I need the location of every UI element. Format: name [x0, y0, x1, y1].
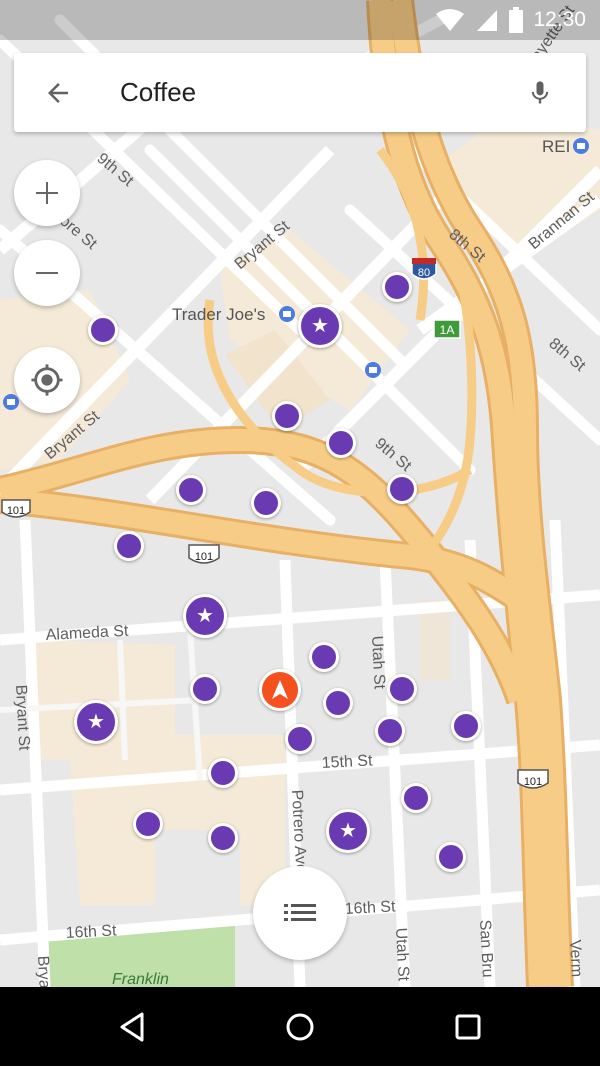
coffee-place-marker[interactable] — [272, 401, 302, 431]
list-view-button[interactable] — [253, 866, 347, 960]
coffee-place-starred-marker[interactable]: ★ — [326, 809, 370, 853]
coffee-place-marker[interactable] — [375, 716, 405, 746]
nav-home-button[interactable] — [278, 1005, 322, 1049]
coffee-place-marker[interactable] — [326, 428, 356, 458]
coffee-place-marker[interactable] — [208, 823, 238, 853]
coffee-place-marker[interactable] — [451, 711, 481, 741]
label-16th-st-left: 16th St — [65, 922, 117, 942]
cell-signal-icon — [477, 10, 498, 31]
arrow-back-icon — [48, 83, 68, 103]
navigation-arrow-icon — [272, 680, 288, 699]
svg-text:80: 80 — [418, 267, 430, 279]
triangle-back-icon — [120, 1012, 144, 1042]
coffee-place-marker[interactable] — [176, 475, 206, 505]
shield-80: 80 — [411, 258, 437, 280]
shopping-bag-icon — [365, 362, 381, 378]
minus-icon — [36, 272, 58, 274]
my-location-icon — [31, 364, 63, 396]
search-bar: Coffee — [14, 53, 586, 132]
coffee-place-marker[interactable] — [401, 783, 431, 813]
coffee-place-marker[interactable] — [382, 272, 412, 302]
zoom-out-button[interactable] — [14, 240, 80, 306]
coffee-place-marker[interactable] — [387, 674, 417, 704]
coffee-place-marker[interactable] — [323, 688, 353, 718]
circle-home-icon — [286, 1013, 314, 1041]
label-bryant-bottom: Brya — [34, 955, 53, 987]
nav-back-button[interactable] — [110, 1005, 154, 1049]
coffee-place-marker[interactable] — [208, 758, 238, 788]
label-bryant-st-vertical: Bryant St — [12, 684, 32, 751]
back-button[interactable] — [36, 71, 80, 115]
square-recents-icon — [455, 1014, 481, 1040]
voice-search-button[interactable] — [518, 71, 562, 115]
nav-recents-button[interactable] — [446, 1005, 490, 1049]
status-time: 12:30 — [533, 8, 586, 31]
map-canvas[interactable]: Franklin 80 1A 101 101 101 9th St Dore S… — [0, 0, 600, 987]
my-location-button[interactable] — [14, 347, 80, 413]
star-icon: ★ — [196, 605, 214, 627]
zoom-in-button[interactable] — [14, 160, 80, 226]
list-icon — [284, 904, 316, 921]
coffee-place-marker[interactable] — [133, 809, 163, 839]
plus-icon — [36, 182, 58, 204]
svg-text:101: 101 — [7, 505, 25, 517]
coffee-place-marker[interactable] — [387, 474, 417, 504]
shopping-bag-icon — [573, 138, 589, 154]
star-icon: ★ — [339, 820, 357, 842]
label-utah-st-bottom: Utah St — [392, 927, 412, 982]
shield-101-center: 101 — [188, 544, 220, 564]
coffee-place-starred-marker[interactable]: ★ — [183, 594, 227, 638]
label-san-bruno: San Bru — [476, 919, 496, 978]
coffee-place-marker[interactable] — [88, 315, 118, 345]
star-icon: ★ — [87, 711, 105, 733]
battery-icon — [509, 7, 524, 33]
status-bar: 12:30 — [0, 0, 600, 40]
shopping-bag-icon — [3, 394, 19, 410]
svg-text:101: 101 — [195, 551, 213, 563]
shield-101-right: 101 — [517, 769, 549, 789]
coffee-place-marker[interactable] — [190, 674, 220, 704]
search-input[interactable]: Coffee — [120, 77, 196, 108]
star-icon: ★ — [311, 315, 329, 337]
label-trader-joes: Trader Joe's — [172, 305, 265, 324]
map-base: Franklin 80 1A 101 101 101 9th St Dore S… — [0, 0, 600, 987]
coffee-place-marker[interactable] — [309, 642, 339, 672]
label-rei: REI — [542, 137, 570, 156]
shield-101-left: 101 — [1, 499, 31, 518]
label-utah-st-mid: Utah St — [368, 635, 388, 690]
label-vermont: Verm — [566, 939, 585, 977]
shopping-bag-icon — [279, 306, 295, 322]
exit-1a-sign: 1A — [433, 319, 461, 339]
coffee-place-marker[interactable] — [251, 488, 281, 518]
svg-text:1A: 1A — [440, 323, 455, 337]
coffee-place-marker[interactable] — [285, 724, 315, 754]
label-15th-st: 15th St — [321, 752, 373, 772]
coffee-place-marker[interactable] — [114, 531, 144, 561]
wifi-icon — [436, 9, 465, 31]
coffee-place-starred-marker[interactable]: ★ — [74, 700, 118, 744]
coffee-place-starred-marker[interactable]: ★ — [298, 304, 342, 348]
current-location-marker[interactable] — [259, 669, 301, 711]
system-nav-bar — [0, 987, 600, 1066]
svg-text:101: 101 — [524, 776, 542, 788]
label-franklin-park: Franklin — [112, 971, 169, 987]
coffee-place-marker[interactable] — [436, 842, 466, 872]
microphone-icon — [531, 81, 549, 104]
label-16th-st-right: 16th St — [344, 898, 396, 918]
